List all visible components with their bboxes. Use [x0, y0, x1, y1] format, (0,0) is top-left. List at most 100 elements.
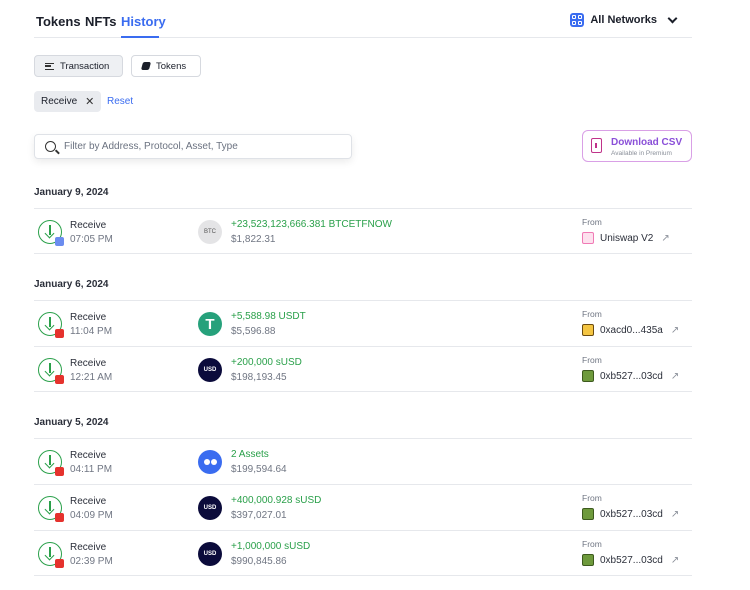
transaction-row[interactable]: Receive 07:05 PM BTC +23,523,123,666.381… [34, 208, 692, 254]
uniswap-icon [582, 232, 594, 244]
transaction-row[interactable]: Receive 11:04 PM T +5,588.98 USDT $5,596… [34, 300, 692, 346]
search-icon [45, 141, 56, 152]
close-icon[interactable]: ✕ [85, 95, 94, 108]
from-source-link[interactable]: Uniswap V2 ↗ [582, 232, 670, 244]
tx-type: Receive [70, 496, 107, 507]
active-tab-indicator [121, 36, 159, 38]
reset-link[interactable]: Reset [107, 96, 133, 107]
chain-badge-icon [55, 513, 64, 522]
tx-amount[interactable]: 2 Assets [231, 449, 269, 460]
from-source-link[interactable]: 0xacd0...435a ↗ [582, 324, 679, 336]
tx-type: Receive [70, 450, 107, 461]
receive-icon [38, 312, 64, 338]
chevron-down-icon [667, 13, 678, 23]
from-label: From [582, 539, 602, 549]
from-label: From [582, 355, 602, 365]
chain-badge-icon [55, 559, 64, 568]
susd-token-icon: USD [198, 542, 222, 566]
networks-icon [570, 13, 585, 27]
tab-tokens[interactable]: Tokens [36, 14, 81, 29]
tab-nfts[interactable]: NFTs [85, 14, 117, 29]
tab-bar: Tokens NFTs History All Networks [34, 0, 692, 38]
filter-lines-icon [45, 62, 54, 70]
tx-type: Receive [70, 312, 107, 323]
from-source-name: 0xb527...03cd [600, 508, 663, 520]
receive-icon [38, 358, 64, 384]
from-source-link[interactable]: 0xb527...03cd ↗ [582, 554, 679, 566]
receive-icon [38, 450, 64, 476]
tx-time: 07:05 PM [70, 234, 113, 245]
file-download-icon [591, 138, 602, 153]
wallet-avatar-icon [582, 508, 594, 520]
tx-amount: +1,000,000 sUSD [231, 541, 311, 552]
transaction-filter-button[interactable]: Transaction [34, 55, 123, 77]
from-label: From [582, 309, 602, 319]
tx-time: 04:09 PM [70, 510, 113, 521]
transaction-filter-label: Transaction [60, 60, 110, 72]
tx-time: 04:11 PM [70, 464, 113, 475]
wallet-avatar-icon [582, 324, 594, 336]
from-source-link[interactable]: 0xb527...03cd ↗ [582, 508, 679, 520]
btc-token-icon: BTC [198, 220, 222, 244]
from-source-name: 0xb527...03cd [600, 554, 663, 566]
premium-note: Available in Premium [611, 150, 672, 157]
multi-asset-icon [198, 450, 222, 474]
tx-type: Receive [70, 358, 107, 369]
tx-usd-value: $199,594.64 [231, 464, 287, 475]
network-selector-label: All Networks [590, 14, 657, 26]
date-heading: January 5, 2024 [34, 417, 109, 428]
susd-token-icon: USD [198, 496, 222, 520]
wallet-avatar-icon [582, 554, 594, 566]
from-source-name: 0xacd0...435a [600, 324, 663, 336]
tx-usd-value: $198,193.45 [231, 372, 287, 383]
tx-amount: +5,588.98 USDT [231, 311, 306, 322]
from-label: From [582, 217, 602, 227]
tx-usd-value: $397,027.01 [231, 510, 287, 521]
chip-label: Receive [41, 96, 78, 107]
receive-icon [38, 496, 64, 522]
search-input[interactable] [64, 141, 334, 152]
tx-amount: +200,000 sUSD [231, 357, 302, 368]
from-source-link[interactable]: 0xb527...03cd ↗ [582, 370, 679, 382]
ethereum-chain-icon [55, 237, 64, 246]
transaction-row[interactable]: Receive 12:21 AM USD +200,000 sUSD $198,… [34, 346, 692, 392]
tab-history[interactable]: History [121, 14, 166, 29]
transaction-row[interactable]: Receive 04:09 PM USD +400,000.928 sUSD $… [34, 484, 692, 530]
wallet-avatar-icon [582, 370, 594, 382]
from-label: From [582, 493, 602, 503]
tx-time: 12:21 AM [70, 372, 113, 383]
search-box [34, 134, 352, 159]
receive-icon [38, 542, 64, 568]
history-panel: Tokens NFTs History All Networks Transac… [34, 0, 692, 590]
receive-filter-chip: Receive ✕ [34, 91, 102, 112]
token-icon [140, 62, 152, 70]
tokens-filter-button[interactable]: Tokens [131, 55, 201, 77]
usdt-token-icon: T [198, 312, 222, 336]
from-source-name: 0xb527...03cd [600, 370, 663, 382]
tx-amount: +23,523,123,666.381 BTCETFNOW [231, 219, 392, 230]
tx-amount: +400,000.928 sUSD [231, 495, 322, 506]
tx-usd-value: $5,596.88 [231, 326, 276, 337]
tx-type: Receive [70, 220, 107, 231]
chain-badge-icon [55, 375, 64, 384]
transaction-row[interactable]: Receive 04:11 PM 2 Assets $199,594.64 [34, 438, 692, 484]
chain-badge-icon [55, 467, 64, 476]
chain-badge-icon [55, 329, 64, 338]
susd-token-icon: USD [198, 358, 222, 382]
external-link-icon: ↗ [670, 508, 680, 520]
download-csv-label: Download CSV [611, 137, 683, 148]
from-source-name: Uniswap V2 [600, 232, 654, 244]
download-csv-button[interactable]: Download CSV Available in Premium [582, 130, 692, 162]
tokens-filter-label: Tokens [156, 60, 187, 72]
external-link-icon: ↗ [670, 370, 680, 382]
date-heading: January 6, 2024 [34, 279, 109, 290]
date-heading: January 9, 2024 [34, 187, 109, 198]
tx-usd-value: $990,845.86 [231, 556, 287, 567]
external-link-icon: ↗ [670, 324, 680, 336]
tx-time: 02:39 PM [70, 556, 113, 567]
network-selector[interactable]: All Networks [570, 13, 678, 27]
transaction-row[interactable]: Receive 02:39 PM USD +1,000,000 sUSD $99… [34, 530, 692, 576]
tx-time: 11:04 PM [70, 326, 113, 337]
receive-icon [38, 220, 64, 246]
tx-type: Receive [70, 542, 107, 553]
